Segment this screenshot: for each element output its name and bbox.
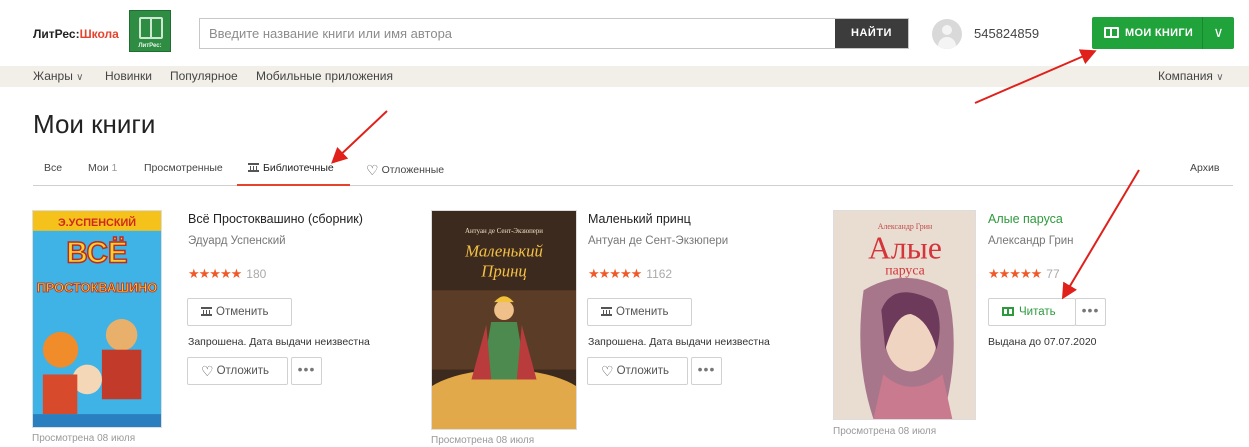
book-cover[interactable]: Антуан де Сент-Экзюпери Маленький Принц	[431, 210, 577, 430]
book-title[interactable]: Маленький принц	[588, 212, 691, 226]
avatar[interactable]	[932, 19, 962, 49]
user-id[interactable]: 545824859	[974, 26, 1039, 41]
tab-archive[interactable]: Архив	[1190, 162, 1219, 174]
heart-icon: ♡	[201, 363, 214, 379]
book-rating: ★★★★★ 180	[188, 266, 266, 282]
tab-mine[interactable]: Мои 1	[88, 162, 117, 174]
open-book-icon	[1104, 27, 1119, 38]
tab-library-label: Библиотечные	[263, 162, 334, 174]
cover-scarlet-sails-image: Александр Грин Алые паруса	[834, 211, 975, 419]
cover-author: Александр Грин	[878, 222, 933, 231]
my-books-label: МОИ КНИГИ	[1125, 27, 1194, 39]
tab-all[interactable]: Все	[44, 162, 62, 174]
cancel-label: Отменить	[216, 306, 269, 318]
search-bar: НАЙТИ	[199, 18, 909, 49]
tab-postponed[interactable]: ♡ Отложенные	[366, 162, 444, 179]
active-tab-indicator	[237, 184, 350, 186]
cover-author: Антуан де Сент-Экзюпери	[465, 228, 543, 235]
cancel-label: Отменить	[616, 306, 669, 318]
library-icon	[248, 163, 259, 172]
viewed-date: Просмотрена 08 июля	[431, 435, 535, 446]
cover-title-line1: Маленький	[464, 242, 543, 261]
nav-mobile-apps[interactable]: Мобильные приложения	[256, 69, 393, 83]
arrow-to-library-tab	[331, 110, 388, 164]
my-books-button-group: МОИ КНИГИ ∨	[1092, 17, 1234, 49]
heart-icon: ♡	[601, 363, 614, 379]
more-options-button[interactable]: •••	[1075, 298, 1106, 326]
book-cover[interactable]: Александр Грин Алые паруса	[833, 210, 976, 420]
nav-genres-label: Жанры	[33, 69, 73, 83]
page-title: Мои книги	[33, 109, 156, 139]
cover-title-line1: Алые	[868, 230, 942, 265]
tab-viewed[interactable]: Просмотренные	[144, 162, 223, 174]
viewed-date: Просмотрена 08 июля	[32, 433, 136, 444]
nav-company-label: Компания	[1158, 69, 1213, 83]
more-options-button[interactable]: •••	[291, 357, 322, 385]
search-button[interactable]: НАЙТИ	[835, 19, 908, 48]
rating-stars: ★★★★★	[988, 266, 1042, 281]
cover-prostokvashino-image: Э.УСПЕНСКИЙ ВСЁ ПРОСТОКВАШИНО	[33, 211, 161, 427]
cancel-request-button[interactable]: Отменить	[187, 298, 292, 326]
book-title[interactable]: Алые паруса	[988, 212, 1063, 226]
cover-title-line2: ПРОСТОКВАШИНО	[37, 280, 158, 295]
open-book-icon	[1002, 307, 1014, 316]
category-nav: Жанры ∨ Новинки Популярное Мобильные при…	[0, 66, 1249, 87]
library-icon	[201, 307, 212, 316]
rating-votes: 180	[246, 267, 267, 281]
cover-title-line2: Принц	[480, 261, 527, 280]
nav-popular[interactable]: Популярное	[170, 69, 238, 83]
cover-title-line2: паруса	[885, 262, 925, 277]
logo-text: ЛитРес:	[33, 27, 80, 41]
site-logo[interactable]: ЛитРес:Школа	[33, 27, 119, 41]
tab-mine-label: Мои	[88, 162, 109, 174]
cover-title-line1: ВСЁ	[66, 236, 127, 269]
logo-tile-text: ЛитРес:	[138, 43, 162, 49]
chevron-down-icon: ∨	[1216, 72, 1224, 83]
loan-status: Выдана до 07.07.2020	[988, 336, 1097, 348]
postpone-label: Отложить	[616, 365, 670, 377]
arrow-to-read-button	[1061, 169, 1140, 300]
postpone-button[interactable]: ♡ Отложить	[587, 357, 688, 385]
postpone-label: Отложить	[216, 365, 270, 377]
more-options-button[interactable]: •••	[691, 357, 722, 385]
my-books-dropdown-toggle[interactable]: ∨	[1202, 17, 1234, 49]
my-books-button[interactable]: МОИ КНИГИ	[1092, 17, 1201, 49]
book-icon	[139, 17, 163, 39]
nav-new[interactable]: Новинки	[105, 69, 152, 83]
read-button[interactable]: Читать	[988, 298, 1076, 326]
cover-little-prince-image: Антуан де Сент-Экзюпери Маленький Принц	[432, 211, 576, 429]
nav-genres[interactable]: Жанры ∨	[33, 69, 84, 83]
tab-library[interactable]: Библиотечные	[248, 162, 334, 174]
rating-votes: 1162	[646, 267, 673, 281]
postpone-button[interactable]: ♡ Отложить	[187, 357, 288, 385]
heart-icon: ♡	[366, 162, 379, 178]
school-logo-icon[interactable]: ЛитРес:	[129, 10, 171, 52]
nav-company[interactable]: Компания ∨	[1158, 69, 1224, 83]
rating-stars: ★★★★★	[188, 266, 242, 281]
viewed-date: Просмотрена 08 июля	[833, 426, 937, 437]
cancel-request-button[interactable]: Отменить	[587, 298, 692, 326]
book-author[interactable]: Александр Грин	[988, 235, 1074, 247]
rating-stars: ★★★★★	[588, 266, 642, 281]
tab-postponed-label: Отложенные	[381, 164, 445, 176]
library-icon	[601, 307, 612, 316]
book-tabs: Все Мои 1 Просмотренные Библиотечные ♡ От…	[33, 155, 1233, 186]
cover-author: Э.УСПЕНСКИЙ	[58, 216, 136, 229]
book-author[interactable]: Антуан де Сент-Экзюпери	[588, 235, 728, 247]
rating-votes: 77	[1046, 267, 1060, 281]
chevron-down-icon: ∨	[76, 72, 84, 83]
book-title[interactable]: Всё Простоквашино (сборник)	[188, 212, 363, 226]
book-cover[interactable]: Э.УСПЕНСКИЙ ВСЁ ПРОСТОКВАШИНО	[32, 210, 162, 428]
header: ЛитРес:Школа ЛитРес: НАЙТИ 545824859 МОИ…	[0, 0, 1249, 66]
book-author[interactable]: Эдуард Успенский	[188, 235, 286, 247]
book-rating: ★★★★★ 1162	[588, 266, 672, 282]
tab-mine-count: 1	[111, 162, 118, 174]
logo-accent-text: Школа	[79, 27, 119, 41]
book-rating: ★★★★★ 77	[988, 266, 1060, 282]
search-input[interactable]	[200, 19, 835, 48]
loan-status: Запрошена. Дата выдачи неизвестна	[588, 336, 770, 348]
loan-status: Запрошена. Дата выдачи неизвестна	[188, 336, 370, 348]
read-label: Читать	[1019, 306, 1056, 318]
